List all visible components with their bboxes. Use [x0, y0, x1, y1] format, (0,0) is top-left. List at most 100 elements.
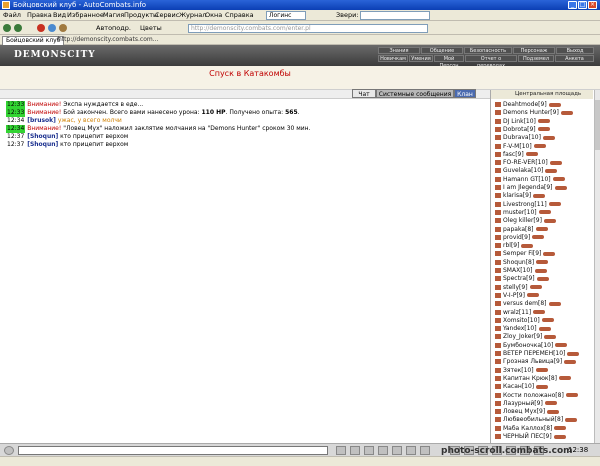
tab-system[interactable]: Системные сообщения	[376, 89, 454, 98]
private-chat-icon[interactable]	[495, 392, 501, 398]
user-info-icon[interactable]	[536, 260, 549, 265]
private-chat-icon[interactable]	[495, 268, 501, 273]
menu-windows[interactable]: Окна	[205, 11, 222, 20]
user-nick[interactable]: muster[10]	[503, 209, 537, 216]
menu-magic[interactable]: Магия	[103, 11, 124, 20]
private-chat-icon[interactable]	[495, 301, 501, 307]
user-nick[interactable]: papaka[8]	[503, 226, 534, 233]
chat-author[interactable]: [brusok]	[27, 117, 56, 124]
sound-icon[interactable]	[378, 446, 388, 455]
user-info-icon[interactable]	[525, 152, 538, 157]
refresh-chat-icon[interactable]	[420, 446, 430, 455]
user-nick[interactable]: klarisa[9]	[503, 192, 531, 199]
private-chat-icon[interactable]	[495, 334, 501, 340]
user-nick[interactable]: rbl[9]	[503, 242, 519, 249]
home-icon[interactable]	[59, 24, 67, 32]
user-info-icon[interactable]	[538, 210, 551, 215]
user-nick[interactable]: Livestrong[11]	[503, 201, 547, 208]
private-chat-icon[interactable]	[495, 400, 501, 406]
user-nick[interactable]: Зятек[10]	[503, 367, 534, 374]
private-chat-icon[interactable]	[495, 135, 501, 141]
user-nick[interactable]: Бумбоночка[10]	[503, 342, 553, 349]
user-nick[interactable]: Yandex[10]	[503, 325, 537, 332]
user-nick[interactable]: Shoqun[8]	[503, 259, 534, 266]
user-info-icon[interactable]	[547, 409, 560, 414]
send-icon[interactable]	[336, 446, 346, 455]
user-nick[interactable]: wralz[11]	[503, 309, 531, 316]
settings-icon[interactable]	[392, 446, 402, 455]
nav-character[interactable]: Персонаж	[513, 47, 555, 54]
user-nick[interactable]: Guvelaka[10]	[503, 167, 543, 174]
user-nick[interactable]: Капитан Крюк[8]	[503, 375, 557, 382]
menu-products[interactable]: Продукты	[124, 11, 158, 20]
private-chat-icon[interactable]	[495, 367, 501, 373]
user-nick[interactable]: SMAX[10]	[503, 267, 533, 274]
private-chat-icon[interactable]	[495, 409, 501, 415]
nav-skills[interactable]: Умения	[409, 55, 433, 62]
user-nick[interactable]: Hamann GT[10]	[503, 176, 551, 183]
private-chat-icon[interactable]	[495, 351, 501, 356]
user-nick[interactable]: Dubrava[10]	[503, 134, 541, 141]
user-nick[interactable]: Demons Hunter[9]	[503, 109, 559, 116]
user-info-icon[interactable]	[545, 168, 558, 173]
user-info-icon[interactable]	[548, 202, 561, 207]
tab-chat[interactable]: Чат	[352, 89, 376, 98]
user-info-icon[interactable]	[544, 401, 557, 406]
tab-clan[interactable]: Клан	[454, 89, 476, 98]
user-nick[interactable]: F-V-M[10]	[503, 143, 532, 150]
user-info-icon[interactable]	[567, 351, 580, 356]
user-nick[interactable]: Кости положано[8]	[503, 392, 564, 399]
user-info-icon[interactable]	[564, 359, 577, 364]
user-nick[interactable]: Dobrota[9]	[503, 126, 536, 133]
user-info-icon[interactable]	[548, 102, 561, 107]
chat-author[interactable]: [Shoqun]	[27, 141, 58, 148]
user-nick[interactable]: Spectra[9]	[503, 275, 535, 282]
private-chat-icon[interactable]	[495, 168, 501, 174]
nav-dungeon[interactable]: Подземел	[518, 55, 554, 62]
user-nick[interactable]: ВЕТЕР ПЕРЕМЕН[10]	[503, 350, 565, 357]
private-chat-icon[interactable]	[495, 292, 501, 298]
user-info-icon[interactable]	[552, 177, 565, 182]
stop-icon[interactable]	[37, 24, 45, 32]
private-chat-icon[interactable]	[495, 185, 501, 190]
private-chat-icon[interactable]	[495, 201, 501, 207]
private-chat-icon[interactable]	[495, 226, 501, 232]
user-info-icon[interactable]	[537, 119, 550, 124]
user-info-icon[interactable]	[541, 318, 554, 323]
nav-security[interactable]: Безопасность	[464, 47, 512, 54]
user-info-icon[interactable]	[536, 276, 549, 281]
tab-fight-club[interactable]: Бойцовский клуб	[2, 36, 65, 45]
private-chat-icon[interactable]	[495, 176, 501, 182]
user-info-icon[interactable]	[536, 384, 549, 389]
forward-icon[interactable]	[14, 24, 22, 32]
private-chat-icon[interactable]	[495, 317, 501, 323]
back-icon[interactable]	[3, 24, 11, 32]
private-chat-icon[interactable]	[495, 110, 501, 116]
private-chat-icon[interactable]	[495, 234, 501, 240]
user-info-icon[interactable]	[533, 144, 546, 148]
private-chat-icon[interactable]	[495, 143, 501, 149]
user-nick[interactable]: Любвеобильный[8]	[503, 416, 563, 423]
nav-exit[interactable]: Выход	[556, 47, 594, 54]
user-info-icon[interactable]	[538, 326, 551, 331]
chat-author[interactable]: [Shoqun]	[27, 133, 58, 140]
close-button[interactable]: ×	[588, 1, 597, 9]
user-nick[interactable]: ЧЕРНЫЙ ПЕС[9]	[503, 433, 552, 440]
flowers-button[interactable]: Цветы	[140, 23, 162, 33]
user-info-icon[interactable]	[533, 310, 546, 314]
online-user[interactable]: ЧЕРНЫЙ ПЕС[9]	[495, 432, 566, 441]
private-chat-icon[interactable]	[495, 417, 501, 423]
user-info-icon[interactable]	[532, 235, 545, 240]
menu-journal[interactable]: Журнал	[179, 11, 206, 20]
menu-edit[interactable]: Правка	[27, 11, 52, 20]
user-info-icon[interactable]	[535, 227, 548, 231]
menu-file[interactable]: Файл	[3, 11, 21, 20]
login-field[interactable]: Логинс	[266, 11, 306, 20]
private-chat-icon[interactable]	[495, 375, 501, 381]
user-info-icon[interactable]	[554, 426, 567, 431]
user-nick[interactable]: Deahtmode[9]	[503, 101, 547, 108]
minimize-button[interactable]: _	[568, 1, 577, 9]
beasts-select[interactable]	[360, 11, 430, 20]
menu-view[interactable]: Вид	[53, 11, 66, 20]
menu-favorites[interactable]: Избранное	[67, 11, 104, 20]
